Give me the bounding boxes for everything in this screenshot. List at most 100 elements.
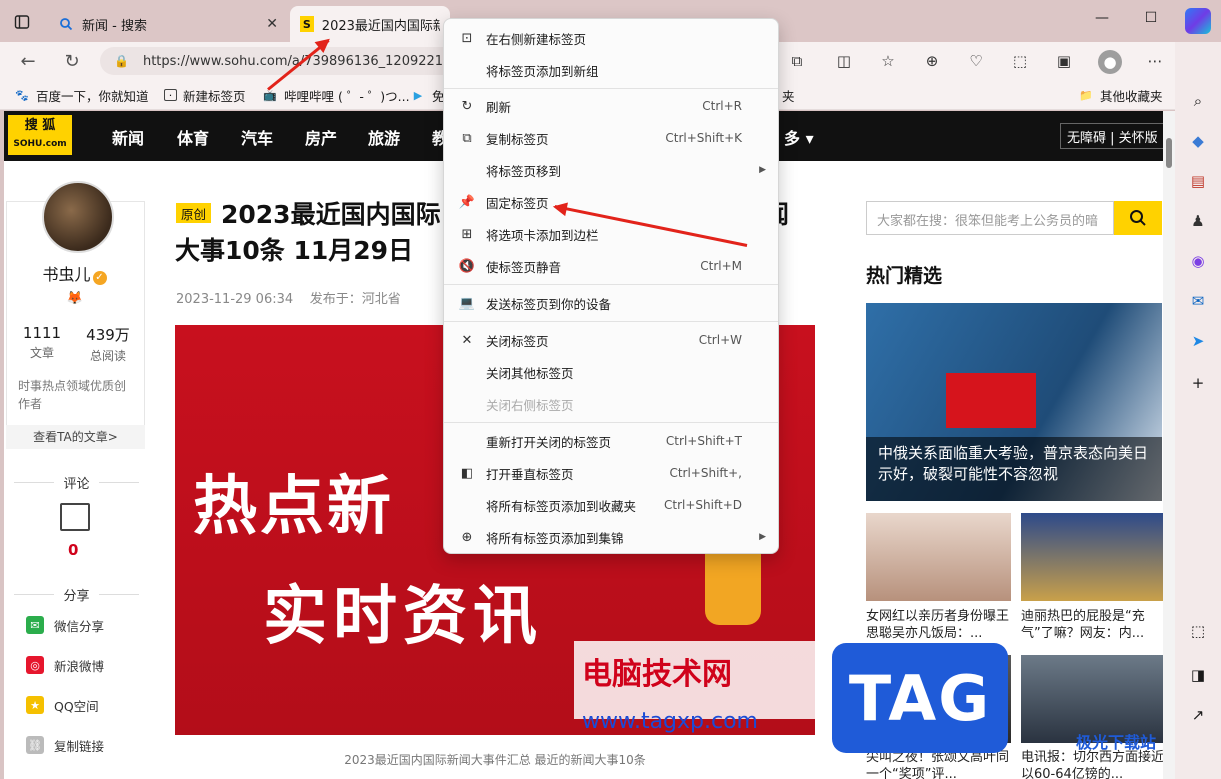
share-label: 复制链接 (54, 738, 105, 754)
menu-move-tab[interactable]: 将标签页移到 ▶ (444, 155, 778, 185)
fox-badge-icon: 🦊 (66, 291, 84, 306)
sidebar-tools-button[interactable]: ▤ (1187, 170, 1209, 192)
search-icon (58, 16, 74, 32)
bookmark-baidu[interactable]: 🐾 百度一下，你就知道 (14, 86, 149, 104)
stat-articles: 1111 文章 (12, 324, 72, 361)
maximize-button[interactable]: ☐ (1133, 8, 1169, 28)
share-qzone[interactable]: ★ QQ空间 (26, 695, 99, 715)
share-copy-link[interactable]: ⛓ 复制链接 (26, 735, 104, 755)
nav-more-label: 多 (784, 129, 801, 148)
bookmark-new-tab[interactable]: · 新建标签页 (164, 86, 246, 104)
menu-send-to-device[interactable]: 💻 发送标签页到你的设备 (444, 288, 778, 318)
nav-news[interactable]: 新闻 (112, 125, 144, 149)
share-heading: 分享 (8, 585, 145, 604)
split-screen-button[interactable]: ◫ (833, 50, 855, 72)
share-weibo[interactable]: ◎ 新浪微博 (26, 655, 104, 675)
hero-text-1: 热点新 (193, 470, 394, 544)
minimize-button[interactable]: — (1084, 8, 1120, 28)
edge-sidebar: ⌕ ◆ ▤ ♟ ◉ ✉ ➤ + ⬚ ◨ ↗ (1175, 42, 1221, 779)
view-articles-link[interactable]: 查看TA的文章> (6, 425, 145, 449)
menu-add-to-sidebar[interactable]: ⊞ 将选项卡添加到边栏 (444, 219, 778, 249)
folder-icon: 📁 (1079, 88, 1093, 102)
page-scrollbar[interactable] (1163, 111, 1175, 779)
bookmark-label: 百度一下，你就知道 (36, 88, 149, 104)
original-tag: 原创 (176, 203, 212, 223)
article-location: 发布于：河北省 (309, 292, 401, 307)
tab-actions-button[interactable] (8, 8, 36, 36)
thumb-caption-3[interactable]: 尖叫之夜！张颂文高叶同一个“奖项”评... (866, 749, 1012, 779)
bookmark-label: 哔哩哔哩 ( ゜- ゜)つ... (284, 88, 410, 104)
sohu-logo[interactable]: 搜 狐 SOHU.com (8, 115, 72, 155)
site-search-button[interactable] (1114, 201, 1162, 235)
m365-icon: ◉ (1191, 252, 1205, 270)
settings-more-button[interactable]: ⋯ (1144, 50, 1166, 72)
profile-button[interactable]: ● (1098, 50, 1122, 74)
menu-add-all-to-collections[interactable]: ⊕ 将所有标签页添加到集锦 ▶ (444, 522, 778, 552)
sidebar-screenshot-button[interactable]: ⬚ (1187, 620, 1209, 642)
author-name[interactable]: 书虫儿 ✓ (4, 261, 145, 285)
menu-label: 将标签页移到 (486, 163, 562, 179)
menu-vertical-tabs[interactable]: ◧ 打开垂直标签页 Ctrl+Shift+, (444, 458, 778, 488)
sidebar-outlook-button[interactable]: ✉ (1187, 290, 1209, 312)
menu-new-tab-right[interactable]: ⊡ 在右侧新建标签页 (444, 23, 778, 53)
browser-essentials-button[interactable]: ♡ (965, 50, 987, 72)
refresh-button[interactable]: ↻ (58, 48, 86, 74)
tab-close-icon[interactable]: ✕ (266, 16, 278, 32)
nav-auto[interactable]: 汽车 (241, 125, 273, 149)
sidebar-search-button[interactable]: ⌕ (1187, 90, 1209, 112)
copilot-button[interactable] (1185, 8, 1211, 34)
thumb-caption-2[interactable]: 迪丽热巴的屁股是“充气”了嘛？网友：内... (1021, 608, 1167, 642)
bookmark-video[interactable]: ▶ 免 (410, 86, 445, 104)
menu-mute-tab[interactable]: 🔇 使标签页静音 Ctrl+M (444, 251, 778, 281)
accessibility-button[interactable]: 无障碍 | 关怀版 (1060, 123, 1165, 149)
sidebar-drop-button[interactable]: ➤ (1187, 330, 1209, 352)
comment-icon[interactable] (60, 503, 90, 531)
collections-button[interactable]: ⊕ (921, 50, 943, 72)
sidebar-games-button[interactable]: ♟ (1187, 210, 1209, 232)
menu-label: 重新打开关闭的标签页 (486, 434, 612, 450)
menu-reopen-closed-tab[interactable]: 重新打开关闭的标签页 Ctrl+Shift+T (444, 426, 778, 456)
address-bar[interactable]: 🔒 https://www.sohu.com/a/739896136_12092… (100, 47, 460, 75)
sidebar-add-button[interactable]: + (1187, 372, 1209, 394)
share-wechat[interactable]: ✉ 微信分享 (26, 615, 104, 635)
workspaces-button[interactable]: ▣ (1053, 50, 1075, 72)
thumb-image-2[interactable] (1021, 513, 1166, 601)
site-search-input[interactable]: 大家都在搜：很笨但能考上公务员的暗 (866, 201, 1114, 235)
nav-house[interactable]: 房产 (305, 125, 337, 149)
menu-close-tab[interactable]: ✕ 关闭标签页 Ctrl+W (444, 325, 778, 355)
screenshot-icon: ⬚ (1012, 52, 1028, 70)
menu-label: 关闭标签页 (486, 333, 549, 349)
thumb-caption-4[interactable]: 电讯报：切尔西方面接近以60-64亿镑的... (1021, 749, 1167, 779)
tab-news-search[interactable]: 新闻 - 搜索 ✕ (48, 6, 288, 42)
menu-shortcut: Ctrl+W (698, 333, 742, 347)
menu-pin-tab[interactable]: 📌 固定标签页 (444, 187, 778, 217)
sidebar-shopping-button[interactable]: ◆ (1187, 130, 1209, 152)
screenshot-button[interactable]: ⬚ (1009, 50, 1031, 72)
bookmark-other-folders[interactable]: 📁 其他收藏夹 (1078, 86, 1162, 104)
bookmark-folder[interactable]: 夹 (782, 86, 795, 104)
extensions-button[interactable]: ⧉ (786, 50, 808, 72)
sidebar-external-button[interactable]: ↗ (1187, 704, 1209, 726)
favorites-button[interactable]: ☆ (877, 50, 899, 72)
back-button[interactable]: ← (14, 48, 42, 74)
sidebar-m365-button[interactable]: ◉ (1187, 250, 1209, 272)
nav-travel[interactable]: 旅游 (368, 125, 400, 149)
nav-sports[interactable]: 体育 (177, 125, 209, 149)
menu-close-other-tabs[interactable]: 关闭其他标签页 (444, 357, 778, 387)
thumb-image-1[interactable] (866, 513, 1011, 601)
tag-icon: ◆ (1192, 132, 1204, 150)
thumb-caption-1[interactable]: 女网红以亲历者身份曝王思聪吴亦凡饭局：... (866, 608, 1012, 642)
menu-add-all-to-favorites[interactable]: 将所有标签页添加到收藏夹 Ctrl+Shift+D (444, 490, 778, 520)
avatar[interactable] (42, 181, 114, 253)
tab-sohu-news[interactable]: S 2023最近国内国际新闻 (290, 6, 450, 42)
nav-more[interactable]: 多 ▾ (784, 125, 814, 149)
menu-add-to-group[interactable]: 将标签页添加到新组 (444, 55, 778, 85)
bookmark-bilibili[interactable]: 📺 哔哩哔哩 ( ゜- ゜)つ... (262, 86, 410, 104)
scrollbar-thumb[interactable] (1166, 138, 1172, 168)
restore-icon: ☐ (1144, 10, 1158, 26)
hot-main-card[interactable]: 中俄关系面临重大考验，普京表态向美日示好，破裂可能性不容忽视 (866, 303, 1162, 501)
close-icon: ✕ (461, 332, 473, 348)
sidebar-hide-button[interactable]: ◨ (1187, 664, 1209, 686)
menu-duplicate-tab[interactable]: ⧉ 复制标签页 Ctrl+Shift+K (444, 123, 778, 153)
menu-refresh[interactable]: ↻ 刷新 Ctrl+R (444, 91, 778, 121)
